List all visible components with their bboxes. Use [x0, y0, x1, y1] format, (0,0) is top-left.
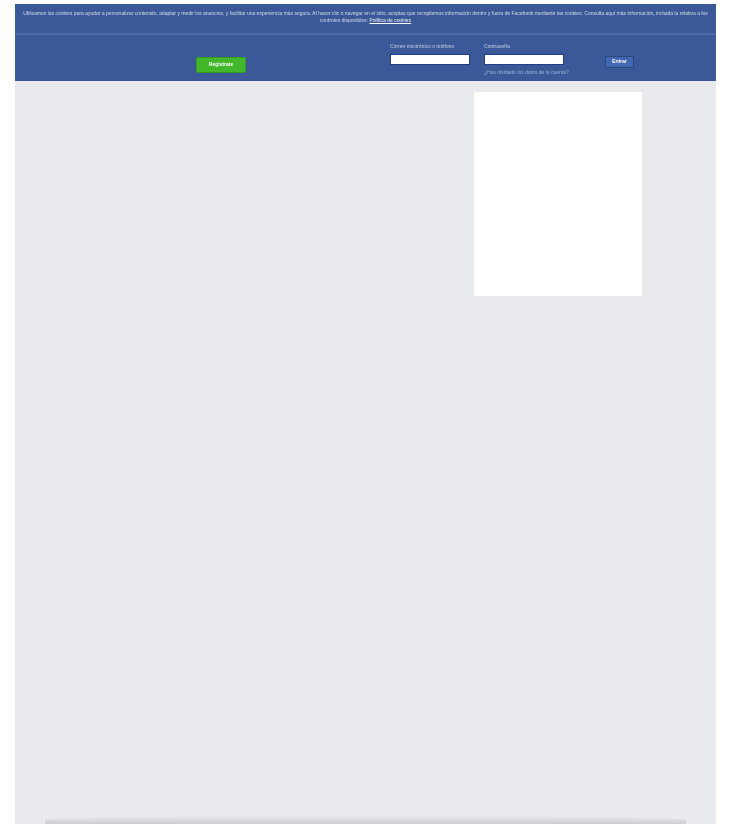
cookie-policy-link[interactable]: Política de cookies	[369, 18, 411, 24]
content-panel	[474, 92, 642, 296]
password-field[interactable]	[484, 54, 564, 65]
cookie-banner: Utilizamos las cookies para ayudar a per…	[15, 4, 716, 34]
register-button[interactable]: Regístrate	[196, 57, 246, 73]
bottom-shadow	[45, 816, 686, 824]
email-field[interactable]	[390, 54, 470, 65]
password-label: Contraseña	[484, 44, 510, 50]
login-header: Regístrate Correo electrónico o teléfono…	[15, 34, 716, 81]
forgot-account-link[interactable]: ¿Has olvidado los datos de la cuenta?	[484, 70, 569, 76]
cookie-banner-text: Utilizamos las cookies para ayudar a per…	[23, 11, 708, 24]
login-button[interactable]: Entrar	[605, 56, 634, 68]
page-frame: Utilizamos las cookies para ayudar a per…	[15, 4, 716, 824]
email-label: Correo electrónico o teléfono	[390, 44, 455, 50]
